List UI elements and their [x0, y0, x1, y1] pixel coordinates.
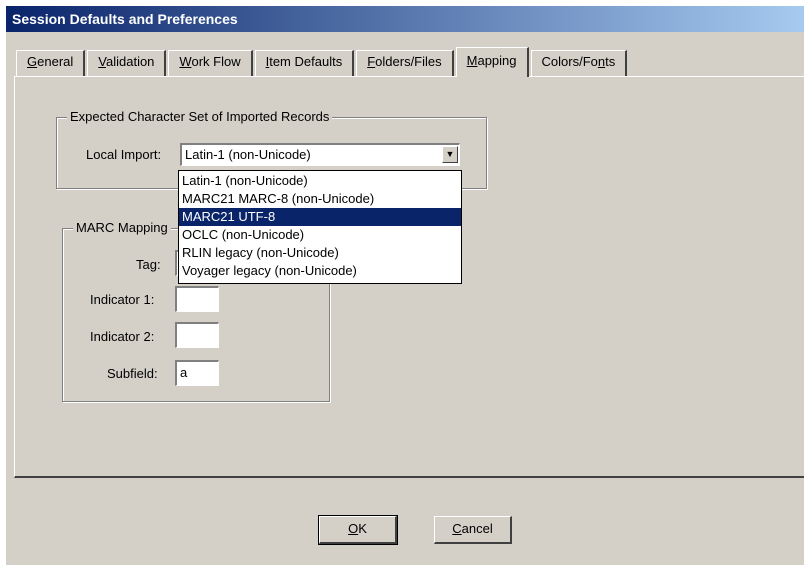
- indicator1-label: Indicator 1:: [90, 292, 155, 307]
- local-import-dropdown-list: Latin-1 (non-Unicode) MARC21 MARC-8 (non…: [178, 170, 462, 284]
- dropdown-option[interactable]: Voyager legacy (non-Unicode): [179, 262, 461, 280]
- local-import-value: Latin-1 (non-Unicode): [185, 147, 311, 162]
- local-import-label: Local Import:: [86, 147, 162, 162]
- dropdown-option[interactable]: Latin-1 (non-Unicode): [179, 172, 461, 190]
- tab-general[interactable]: General: [16, 50, 86, 76]
- indicator2-label: Indicator 2:: [90, 329, 155, 344]
- window-left-edge: [0, 0, 6, 565]
- dropdown-option[interactable]: RLIN legacy (non-Unicode): [179, 244, 461, 262]
- cancel-button[interactable]: Cancel: [434, 516, 512, 544]
- dropdown-option[interactable]: OCLC (non-Unicode): [179, 226, 461, 244]
- subfield-field[interactable]: a: [175, 360, 219, 386]
- marc-mapping-legend: MARC Mapping: [73, 220, 171, 235]
- tab-colors-fonts[interactable]: Colors/Fonts: [530, 50, 628, 76]
- tab-work-flow[interactable]: Work Flow: [168, 50, 253, 76]
- dropdown-option-highlighted[interactable]: MARC21 UTF-8: [179, 208, 461, 226]
- ok-button[interactable]: OK: [318, 515, 398, 545]
- subfield-label: Subfield:: [107, 366, 158, 381]
- tab-strip: General Validation Work Flow Item Defaul…: [16, 47, 629, 77]
- tab-validation[interactable]: Validation: [87, 50, 167, 76]
- window-title: Session Defaults and Preferences: [12, 11, 238, 27]
- indicator1-field[interactable]: [175, 286, 219, 312]
- tab-mapping[interactable]: Mapping: [455, 47, 529, 77]
- title-bar[interactable]: Session Defaults and Preferences: [6, 6, 804, 32]
- tag-label: Tag:: [136, 257, 161, 272]
- dropdown-option[interactable]: MARC21 MARC-8 (non-Unicode): [179, 190, 461, 208]
- chevron-down-icon[interactable]: ▼: [442, 146, 458, 163]
- tab-folders-files[interactable]: Folders/Files: [356, 50, 454, 76]
- preferences-dialog: Session Defaults and Preferences General…: [0, 0, 804, 565]
- charset-group-legend: Expected Character Set of Imported Recor…: [67, 109, 333, 124]
- tab-item-defaults[interactable]: Item Defaults: [254, 50, 355, 76]
- indicator2-field[interactable]: [175, 322, 219, 348]
- local-import-select[interactable]: Latin-1 (non-Unicode) ▼: [180, 143, 460, 166]
